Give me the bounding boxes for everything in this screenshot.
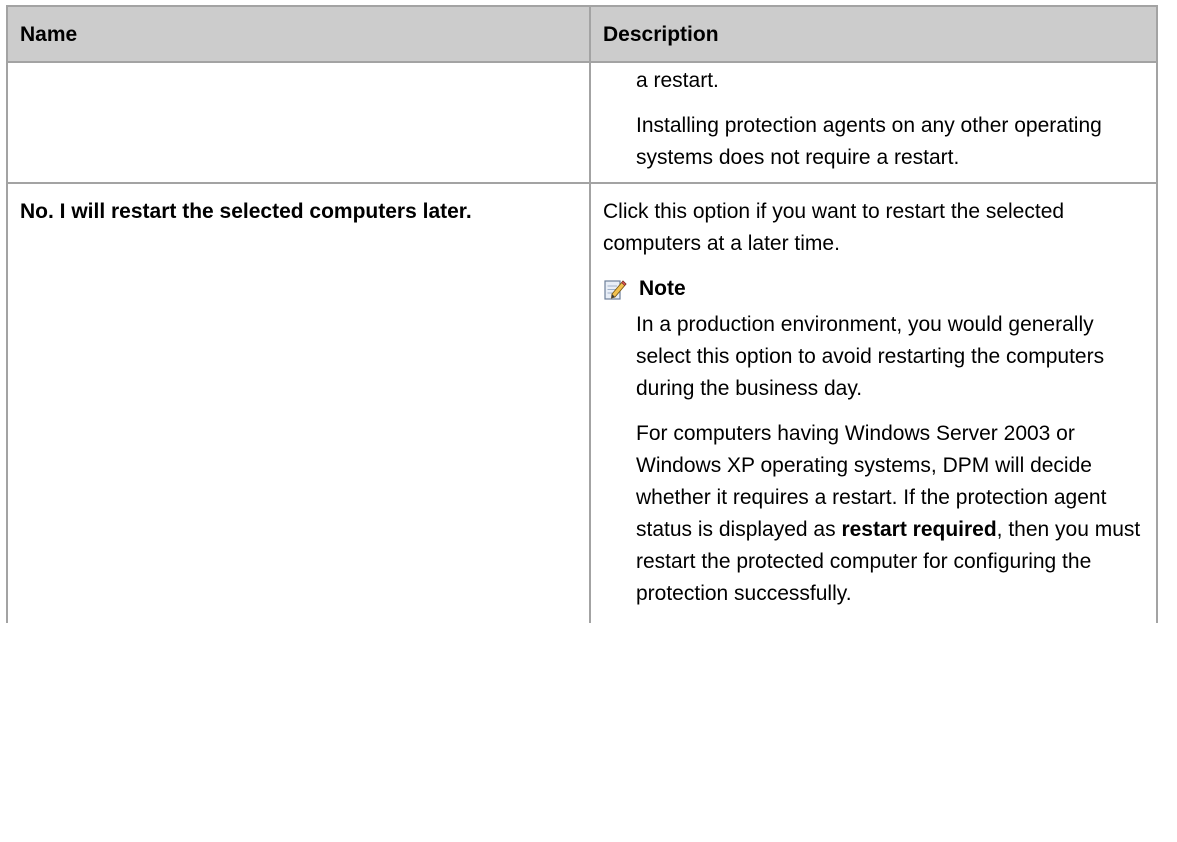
options-table: Name Description a restart. Installing p… <box>6 5 1158 623</box>
status-term: restart required <box>841 518 997 541</box>
continued-text: a restart. <box>636 69 719 92</box>
table-row: a restart. Installing protection agents … <box>6 61 1158 184</box>
description-paragraph: Installing protection agents on any othe… <box>636 114 1102 169</box>
table-header-row: Name Description <box>6 5 1158 63</box>
note-title: Note <box>639 277 686 300</box>
note-pencil-icon <box>604 280 627 300</box>
description-column-header: Description <box>589 5 1158 63</box>
option-description-cell: Click this option if you want to restart… <box>589 182 1158 623</box>
option-name-cell: No. I will restart the selected computer… <box>6 182 591 623</box>
note-heading: Note <box>603 273 1144 305</box>
option-name-cell <box>6 61 591 184</box>
option-description-cell: a restart. Installing protection agents … <box>589 61 1158 184</box>
name-column-header: Name <box>6 5 591 63</box>
note-body: In a production environment, you would g… <box>603 309 1144 610</box>
description-intro: Click this option if you want to restart… <box>603 200 1065 255</box>
note-paragraph: In a production environment, you would g… <box>636 313 1105 400</box>
note-paragraph: For computers having Windows Server 2003… <box>636 418 1144 610</box>
table-row: No. I will restart the selected computer… <box>6 182 1158 623</box>
